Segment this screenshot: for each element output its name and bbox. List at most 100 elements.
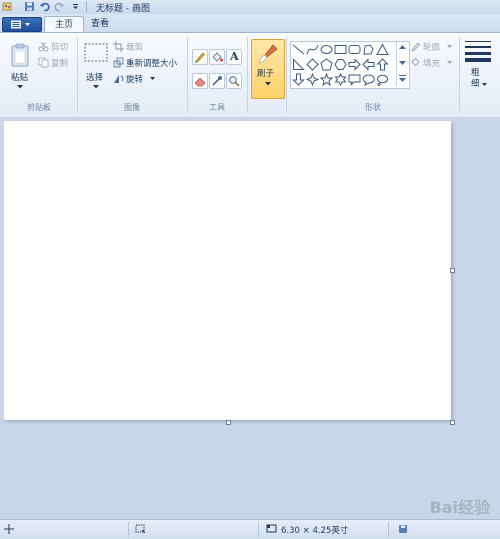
canvas-resize-handle-corner[interactable] [450, 420, 455, 425]
fill-bucket-icon [411, 57, 420, 67]
rotate-icon [114, 75, 124, 83]
save-icon[interactable] [24, 1, 35, 12]
oval-icon [320, 45, 333, 54]
tab-view[interactable]: 查看 [84, 16, 116, 32]
six-point-star-shape[interactable] [334, 72, 347, 87]
canvas-dimensions: 6.30 × 4.25英寸 [281, 526, 349, 536]
menu-icon [11, 20, 30, 29]
outline-button[interactable]: 轮廓 [410, 41, 456, 53]
shapes-group-label: 形状 [365, 103, 381, 112]
chevron-up-icon[interactable] [399, 45, 406, 50]
crop-label: 裁剪 [126, 43, 144, 53]
rounded-rectangle-shape[interactable] [348, 43, 361, 56]
expand-gallery-icon[interactable] [399, 75, 406, 82]
undo-icon[interactable] [39, 1, 50, 12]
line-shape[interactable] [292, 43, 305, 56]
text-tool[interactable]: A [226, 49, 242, 65]
rectangle-callout-icon [348, 74, 361, 86]
hexagon-shape[interactable] [334, 58, 347, 71]
cloud-callout-icon [377, 74, 388, 86]
rotate-label: 旋转 [126, 75, 144, 85]
fill-button[interactable]: 填充 [410, 57, 456, 69]
crop-button[interactable]: 裁剪 [113, 41, 153, 53]
outline-label: 轮廓 [423, 43, 441, 53]
diamond-icon [306, 58, 319, 71]
canvas-resize-handle-bottom[interactable] [226, 420, 231, 425]
size-button[interactable]: 粗细 [462, 37, 496, 97]
rectangle-shape[interactable] [334, 43, 347, 56]
tools-group-label: 工具 [209, 103, 225, 112]
group-separator [247, 37, 248, 113]
watermark: Bai经验 [429, 498, 490, 517]
copy-button[interactable]: 复制 [38, 57, 74, 69]
magnifier-tool[interactable] [226, 73, 242, 89]
up-arrow-shape[interactable] [376, 58, 389, 71]
rectangle-callout-shape[interactable] [348, 73, 361, 86]
tab-home[interactable]: 主页 [44, 16, 84, 33]
clipboard-group-label: 剪贴板 [27, 103, 51, 112]
brushes-button[interactable]: 刷子 [251, 39, 285, 99]
brushes-label: 刷子 [257, 69, 275, 79]
clipboard-group: 粘贴 剪切 复制 剪贴板 [2, 35, 76, 115]
resize-button[interactable]: 重新调整大小 [113, 57, 185, 69]
customize-quick-access-icon[interactable] [70, 1, 81, 12]
select-button[interactable]: 选择 [81, 37, 111, 95]
pencil-tool[interactable] [192, 49, 208, 65]
polygon-icon [363, 44, 374, 55]
right-triangle-icon [293, 58, 305, 70]
status-separator [258, 522, 259, 537]
cut-button[interactable]: 剪切 [38, 41, 74, 53]
scissors-icon [38, 41, 49, 52]
line-icon [292, 44, 305, 55]
canvas-resize-handle-right[interactable] [450, 268, 455, 273]
oval-callout-shape[interactable] [362, 73, 375, 87]
five-point-star-shape[interactable] [319, 72, 334, 87]
chevron-down-icon [17, 85, 23, 89]
chevron-down-icon[interactable] [399, 61, 406, 66]
paint-menu-button[interactable] [2, 17, 42, 32]
cursor-position-icon [4, 524, 14, 534]
six-point-star-icon [334, 72, 347, 87]
group-separator [286, 37, 287, 113]
status-bar: 6.30 × 4.25英寸 [0, 519, 500, 539]
diamond-shape[interactable] [306, 58, 319, 71]
line-size-icon [465, 41, 491, 62]
drawing-canvas[interactable] [4, 121, 451, 420]
pentagon-shape[interactable] [320, 58, 333, 71]
chevron-down-icon [265, 82, 271, 86]
triangle-shape[interactable] [376, 43, 389, 56]
title-separator [86, 2, 87, 12]
redo-icon[interactable] [54, 1, 65, 12]
chevron-down-icon [447, 61, 452, 64]
ribbon: 粘贴 剪切 复制 剪贴板 选择 裁剪 重新调整大小 旋转 图像 A 工具 刷子 … [0, 32, 500, 118]
copy-icon [38, 57, 49, 68]
outline-pen-icon [411, 42, 421, 52]
image-group-label: 图像 [124, 103, 140, 112]
right-triangle-shape[interactable] [292, 58, 305, 71]
fill-tool[interactable] [209, 49, 225, 65]
tools-group: A 工具 [189, 35, 245, 115]
curve-shape[interactable] [306, 43, 319, 56]
pentagon-icon [320, 58, 333, 71]
eraser-icon [194, 77, 206, 87]
down-arrow-shape[interactable] [292, 73, 305, 86]
pencil-icon [195, 52, 205, 63]
right-arrow-shape[interactable] [348, 58, 361, 71]
paste-button[interactable]: 粘贴 [4, 37, 36, 95]
rotate-button[interactable]: 旋转 [113, 73, 157, 85]
color-picker-tool[interactable] [209, 73, 225, 89]
oval-shape[interactable] [320, 43, 333, 56]
chevron-down-icon [482, 83, 487, 86]
shapes-gallery-scroll[interactable] [396, 42, 408, 86]
magnifier-icon [229, 76, 240, 87]
five-point-star-icon [319, 72, 334, 87]
rounded-rectangle-icon [348, 45, 361, 54]
cloud-callout-shape[interactable] [376, 73, 389, 86]
cut-label: 剪切 [51, 43, 69, 53]
polygon-shape[interactable] [362, 43, 375, 56]
chevron-down-icon [93, 85, 99, 89]
four-point-star-shape[interactable] [305, 72, 320, 87]
hexagon-icon [334, 59, 347, 70]
left-arrow-shape[interactable] [362, 58, 375, 71]
eraser-tool[interactable] [192, 73, 208, 89]
